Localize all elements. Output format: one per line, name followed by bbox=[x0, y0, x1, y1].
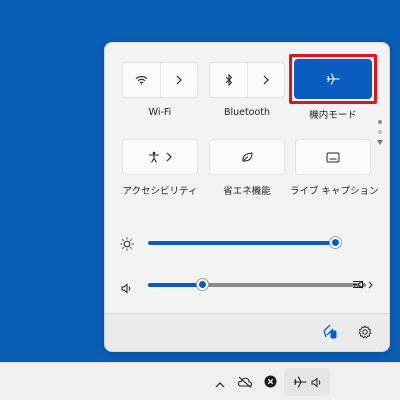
page-dot-2[interactable] bbox=[378, 130, 382, 134]
airplane-mode-tile[interactable] bbox=[294, 59, 372, 99]
captions-icon bbox=[326, 152, 340, 163]
chevron-right-icon bbox=[176, 75, 182, 85]
chevron-right-icon bbox=[263, 75, 269, 85]
show-hidden-icons-button[interactable] bbox=[212, 371, 228, 393]
accessibility-tile[interactable] bbox=[122, 139, 198, 175]
airplane-icon bbox=[292, 373, 307, 392]
energy-saver-icon bbox=[241, 151, 254, 163]
energy-saver-tile[interactable] bbox=[209, 139, 285, 175]
volume-fill bbox=[148, 283, 202, 287]
page-down-arrow-icon[interactable] bbox=[377, 140, 383, 145]
speaker-icon[interactable] bbox=[121, 279, 132, 298]
brightness-icon bbox=[120, 236, 134, 255]
airplane-icon bbox=[326, 73, 340, 85]
volume-slider-row bbox=[118, 275, 378, 295]
bluetooth-settings-chevron[interactable] bbox=[247, 63, 284, 97]
bluetooth-label: Bluetooth bbox=[223, 107, 271, 118]
taskbar bbox=[0, 362, 400, 400]
onedrive-button[interactable] bbox=[236, 371, 254, 393]
speaker-icon bbox=[311, 373, 322, 392]
wifi-settings-chevron[interactable] bbox=[160, 63, 197, 97]
audio-output-icon[interactable] bbox=[352, 278, 373, 291]
bluetooth-tile bbox=[209, 62, 285, 98]
volume-thumb[interactable] bbox=[197, 279, 208, 290]
quick-settings-button[interactable] bbox=[284, 368, 330, 396]
airplane-mode-label: 機内モード bbox=[309, 110, 357, 121]
wifi-label: Wi-Fi bbox=[148, 107, 172, 118]
wifi-icon bbox=[135, 75, 148, 85]
settings-icon[interactable] bbox=[358, 324, 372, 343]
chevron-up-icon bbox=[215, 373, 225, 392]
page-dot-1[interactable] bbox=[378, 120, 382, 124]
wifi-tile bbox=[122, 62, 198, 98]
chevron-right-icon bbox=[368, 281, 373, 288]
brightness-thumb[interactable] bbox=[330, 237, 341, 248]
page-indicator bbox=[376, 120, 384, 145]
bluetooth-icon bbox=[225, 74, 233, 86]
live-captions-tile[interactable] bbox=[295, 139, 371, 175]
energy-saver-label: 省エネ機能 bbox=[223, 186, 271, 197]
accessibility-label: アクセシビリティ bbox=[122, 186, 198, 197]
close-circle-icon bbox=[264, 373, 277, 392]
tray-app-button[interactable] bbox=[262, 371, 278, 393]
brightness-slider-row bbox=[118, 233, 378, 253]
chevron-right-icon bbox=[166, 152, 172, 162]
wifi-toggle[interactable] bbox=[123, 63, 160, 97]
live-captions-label: ライブ キャプション bbox=[290, 186, 379, 197]
panel-footer bbox=[105, 313, 389, 351]
bluetooth-toggle[interactable] bbox=[210, 63, 247, 97]
battery-saver-icon[interactable] bbox=[322, 323, 338, 343]
accessibility-icon bbox=[148, 151, 172, 163]
brightness-track[interactable] bbox=[148, 241, 336, 245]
cloud-offline-icon bbox=[237, 373, 253, 392]
